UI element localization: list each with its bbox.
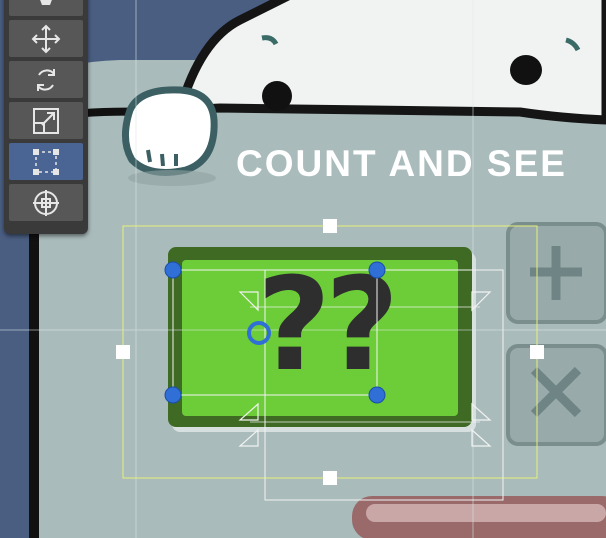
scale-icon [33, 107, 59, 134]
bottom-bar-highlight [366, 504, 606, 522]
scene-view[interactable]: COUNT AND SEE ?? [0, 0, 606, 538]
move-tool-button[interactable] [9, 20, 83, 57]
game-title: COUNT AND SEE [236, 143, 567, 184]
rect-handle-top[interactable] [323, 219, 337, 233]
hand-icon [40, 0, 52, 5]
rect-handle-bottom[interactable] [323, 471, 337, 485]
rect-handle-right[interactable] [530, 345, 544, 359]
rect-tool-button[interactable] [9, 143, 83, 180]
rect-transform-icon [33, 148, 59, 175]
transform-tool-button[interactable] [9, 184, 83, 221]
count-display-value: ?? [256, 251, 400, 400]
rotate-icon [37, 68, 55, 91]
view-tool-button[interactable] [9, 0, 83, 16]
scale-tool-button[interactable] [9, 102, 83, 139]
cat-paw-shadow [128, 170, 216, 186]
scene-tools-panel [4, 0, 88, 234]
cat-paw [122, 86, 218, 176]
cat-eye-left [262, 81, 292, 111]
cat-body [173, 0, 606, 125]
rect-handle-left[interactable] [116, 345, 130, 359]
rotate-tool-button[interactable] [9, 61, 83, 98]
cat-eye-right [510, 55, 542, 85]
transform-gizmo-icon [33, 189, 59, 216]
move-arrows-icon [31, 24, 61, 53]
